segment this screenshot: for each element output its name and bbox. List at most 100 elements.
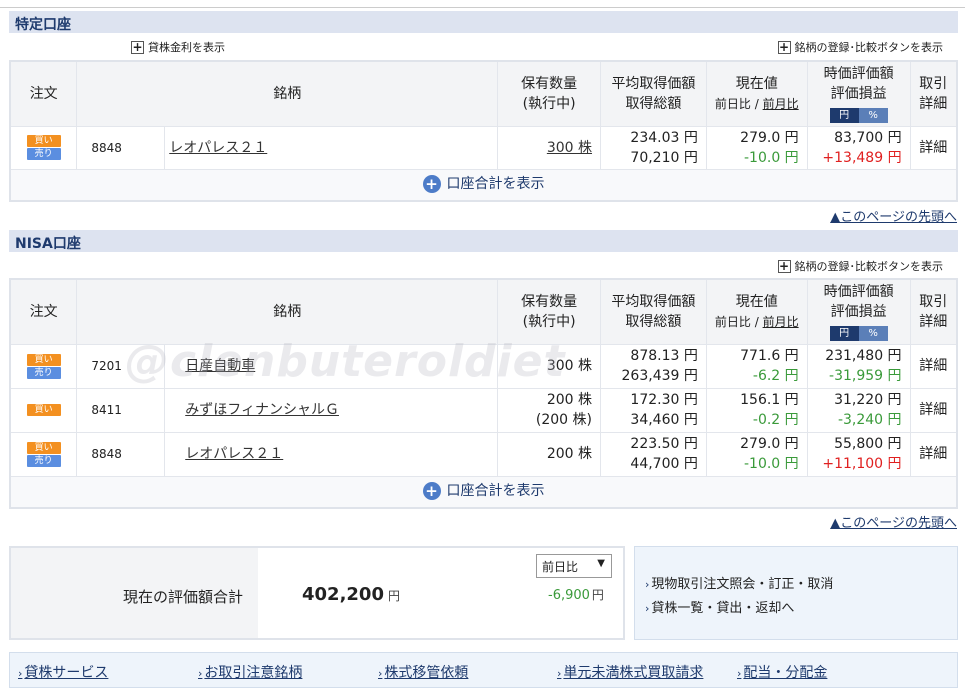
register-compare-toggle-nisa[interactable]: + 銘柄の登録･比較ボタンを表示 [777,258,943,274]
sort-separator: / [754,314,759,329]
stock-code: 8848 [76,125,166,170]
col-price-label: 現在値 [735,75,778,92]
col-avg: 平均取得価額 取得総額 [600,60,707,127]
lending-list-link[interactable]: › 貸株一覧・貸出・返却へ [645,597,957,616]
register-compare-toggle-tokutei[interactable]: + 銘柄の登録･比較ボタンを表示 [777,39,944,55]
unrealized-pnl: -3,240 円 [837,412,902,428]
qty-value: 200 株 [546,392,592,408]
buy-button[interactable]: 買い [26,404,61,416]
market-value: 55,800 円 [834,436,902,452]
stock-code: 8411 [76,387,166,433]
col-qty-sub: (執行中) [522,95,576,112]
footer-link-caution[interactable]: › お取引注意銘柄 [198,662,302,682]
order-inquiry-link[interactable]: › 現物取引注文照会・訂正・取消 [645,573,957,592]
value-cell: 55,800 円 +11,100 円 [806,431,911,477]
stock-name-link[interactable]: レオパレス２１ [169,140,267,156]
section-title-tokutei: 特定口座 [9,11,958,33]
col-value-sub: 評価損益 [830,85,887,102]
order-cell: 買い [9,387,78,433]
detail-cell[interactable]: 詳細 [909,343,958,389]
price-change: -10.0 円 [744,149,799,166]
footer-link-odd-lot[interactable]: › 単元未満株式買取請求 [557,662,703,682]
sell-button[interactable]: 売り [26,454,61,467]
col-value: 時価評価額 評価損益円% [806,278,911,345]
back-to-top-link[interactable]: ▲このページの先頭へ [830,512,957,531]
col-detail-label: 取引 [919,293,948,310]
buy-button[interactable]: 買い [26,135,61,147]
col-avg: 平均取得価額 取得総額 [600,278,707,345]
total-valuation-box: 現在の評価額合計 402,200 円 前日比 ▼ -6,900 円 [9,546,625,640]
avg-price: 172.30 円 [630,392,698,408]
buy-button[interactable]: 買い [26,353,61,366]
percent-button[interactable]: % [858,325,888,341]
qty-value: 200 株 [546,446,592,462]
arrow-icon: › [645,578,650,591]
price-cell: 279.0 円 -10.0 円 [705,431,808,477]
qty-cell: 200 株 [497,431,601,477]
col-avg-label: 平均取得価額 [611,75,696,92]
footer-link-transfer[interactable]: › 株式移管依頼 [378,662,468,682]
current-price: 279.0 円 [740,129,799,146]
col-avg-sub: 取得総額 [625,313,682,330]
unrealized-pnl: +13,489 円 [822,149,902,166]
detail-cell[interactable]: 詳細 [909,125,958,170]
table-row: 買い 売り 8848 レオパレス２１ 200 株 223.50 円 44,700 円… [9,431,958,477]
col-qty: 保有数量 (執行中) [497,60,602,127]
yen-button[interactable]: 円 [829,107,859,123]
value-cell: 83,700 円 +13,489 円 [806,125,911,170]
footer-link-label: 貸株サービス [24,665,109,681]
yen-button[interactable]: 円 [829,325,859,341]
compare-select[interactable]: 前日比 ▼ [536,554,612,578]
total-diff-amount: -6,900 [548,588,590,603]
footer-link-dividend[interactable]: › 配当・分配金 [737,662,827,682]
buy-button[interactable]: 買い [26,441,61,454]
order-cell: 買い 売り [9,343,78,389]
col-price-label: 現在値 [735,293,778,310]
avg-cell: 878.13 円 263,439 円 [600,343,707,389]
price-cell: 156.1 円 -0.2 円 [705,387,808,433]
footer-link-lending[interactable]: › 貸株サービス [18,662,108,682]
price-change: -10.0 円 [743,456,799,472]
percent-button[interactable]: % [858,107,888,123]
col-price-sub: 前日比 / 前月比 [707,94,807,114]
total-amount: 402,200 [302,584,384,605]
register-compare-label: 銘柄の登録･比較ボタンを表示 [794,41,944,54]
total-diff-unit: 円 [591,588,604,602]
stock-name-link[interactable]: みずほフィナンシャルＧ [185,402,339,418]
detail-cell[interactable]: 詳細 [909,431,958,477]
order-cell: 買い 売り [9,431,78,477]
unit-toggle: 円% [829,107,888,123]
account-total-toggle[interactable]: + 口座合計を表示 [422,481,545,501]
prev-month-link[interactable]: 前月比 [763,97,799,111]
current-price: 771.6 円 [740,348,799,364]
qty-cell: 200 株 (200 株) [497,387,601,433]
compare-select-value: 前日比 [542,560,579,574]
back-to-top-link[interactable]: ▲このページの先頭へ [830,206,957,225]
qty-link[interactable]: 300 株 [547,140,592,156]
summary-row: + 口座合計を表示 [9,168,958,202]
arrow-icon: › [737,667,742,680]
stock-name-cell: みずほフィナンシャルＧ [164,387,499,433]
prev-month-link[interactable]: 前月比 [763,315,799,329]
total-cost: 44,700 円 [630,456,698,472]
stock-name-cell: レオパレス２１ [164,431,499,477]
account-total-label: 口座合計を表示 [446,483,545,500]
price-change: -6.2 円 [752,368,799,384]
stock-name-link[interactable]: レオパレス２１ [185,446,283,462]
account-total-label: 口座合計を表示 [446,176,545,193]
avg-price: 234.03 円 [630,129,698,146]
unit-toggle: 円% [829,325,888,341]
lend-rate-toggle[interactable]: + 貸株金利を表示 [131,39,225,55]
unrealized-pnl: -31,959 円 [829,368,902,384]
sell-button[interactable]: 売り [26,148,61,160]
arrow-icon: › [645,602,650,615]
detail-cell[interactable]: 詳細 [909,387,958,433]
account-total-toggle[interactable]: + 口座合計を表示 [422,174,545,194]
total-cost: 34,460 円 [630,412,698,428]
nisa-holdings-table: 注文 銘柄 保有数量 (執行中) 平均取得価額 取得総額 現在値 前日比 / 前月比 … [9,278,958,509]
plus-circle-icon: + [422,175,441,194]
sell-button[interactable]: 売り [26,366,61,379]
col-detail-label: 取引 [919,75,948,92]
col-detail: 取引 詳細 [909,60,958,127]
watermark: @clenbuteroldiet [125,336,566,387]
